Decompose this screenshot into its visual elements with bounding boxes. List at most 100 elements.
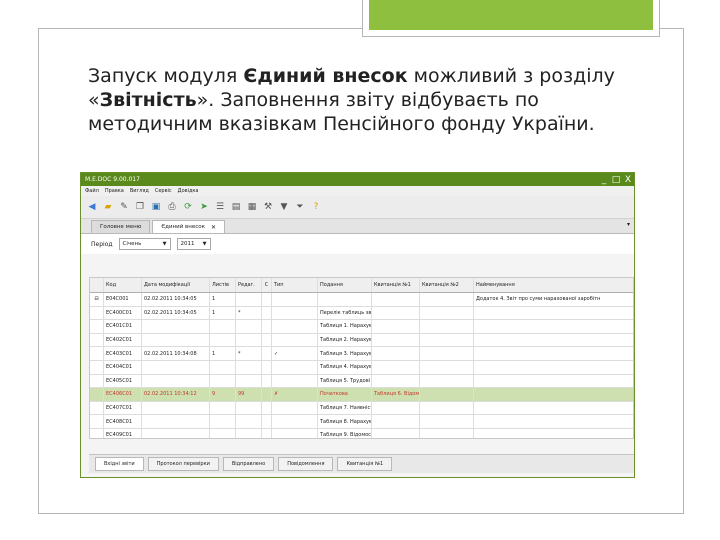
window-controls: _ □ X: [598, 174, 634, 186]
table-row[interactable]: EC403C01 02.02.2011 10:34:08 1 * ✓ Таблиця 3.…: [90, 347, 633, 361]
table-row[interactable]: ⊟ E04C001 02.02.2011 10:34:05 1 Додаток 4. З…: [90, 293, 633, 307]
back-icon[interactable]: ◀: [85, 200, 99, 214]
table-cell: *: [236, 347, 262, 360]
table-cell: EC407C01: [104, 401, 142, 415]
btab-receipt-1[interactable]: Квитанція №1: [337, 457, 393, 471]
table-cell: Таблиця 6. Відомості про нарахування зар…: [372, 388, 420, 401]
table-row[interactable]: EC406C01 02.02.2011 10:34:12 9 99 ✗ Початкова…: [90, 388, 633, 402]
list-icon[interactable]: ☰: [213, 200, 227, 214]
table-cell: [90, 401, 104, 415]
table-cell: Таблиця 7. Наявність підстав для обліку …: [318, 401, 372, 415]
table-cell: Початкова: [318, 388, 372, 401]
table-cell: [474, 361, 633, 374]
table-cell: [90, 333, 104, 347]
bottom-tabs: Вхідні звіти Протокол перевірки Відправл…: [89, 454, 634, 473]
column-header[interactable]: Тип: [272, 278, 318, 292]
table-cell: [474, 347, 633, 360]
period-label: Період: [91, 240, 113, 248]
menu-service[interactable]: Сервіс: [155, 188, 172, 194]
close-icon[interactable]: X: [622, 174, 634, 186]
slide-accent-bar: [362, 0, 660, 37]
column-header[interactable]: Код: [104, 278, 142, 292]
table-cell: [210, 401, 236, 415]
document-tabs: Головне меню Єдиний внесок ✕ ▾: [81, 219, 634, 234]
table-cell: 99: [236, 388, 262, 401]
menu-help[interactable]: Довідка: [178, 188, 199, 194]
column-header[interactable]: Редаг.: [236, 278, 262, 292]
open-folder-icon[interactable]: ▰: [101, 200, 115, 214]
menu-file[interactable]: Файл: [85, 188, 99, 194]
table-cell: [262, 374, 272, 388]
table-cell: [272, 293, 318, 306]
table-row[interactable]: EC404C01 Таблиця 4. Нарахування єдиного в…: [90, 360, 633, 375]
edit-icon[interactable]: ✎: [117, 200, 131, 214]
tab-close-icon[interactable]: ✕: [211, 224, 216, 231]
copy-icon[interactable]: ❐: [133, 200, 147, 214]
column-header[interactable]: [90, 278, 104, 292]
column-header[interactable]: Квитанція №1: [372, 278, 420, 292]
filter-bar: Період Січень ▼ 2011 ▼: [81, 234, 634, 254]
table-cell: 1: [210, 293, 236, 306]
column-header[interactable]: Найменування: [474, 278, 633, 292]
table-row[interactable]: EC400C01 02.02.2011 10:34:05 1 * Перелік таб…: [90, 306, 633, 321]
btab-sent[interactable]: Відправлено: [222, 457, 275, 471]
table-cell: [474, 415, 633, 428]
table-cell: [372, 428, 420, 438]
table-cell: [474, 402, 633, 415]
table-cell: ✓: [272, 347, 318, 360]
table-row[interactable]: EC405C01 Таблиця 5. Трудові відносини зас…: [90, 374, 633, 389]
report-icon[interactable]: ▤: [229, 200, 243, 214]
btab-check-protocol[interactable]: Протокол перевірки: [147, 457, 219, 471]
table-cell: [142, 320, 210, 333]
save-icon[interactable]: ▣: [149, 200, 163, 214]
btab-messages[interactable]: Повідомлення: [278, 457, 334, 471]
table-cell: [142, 401, 210, 415]
table-cell: Таблиця 1. Нарахування єдиного внеску на…: [318, 320, 372, 333]
print-icon[interactable]: ⎙: [165, 200, 179, 214]
table-row[interactable]: EC402C01 Таблиця 2. Нарахування єдиного в…: [90, 333, 633, 348]
table-cell: [236, 415, 262, 428]
reports-grid: Код Дата модифікації Листів Редаг. С Тип Подан…: [89, 277, 634, 439]
btab-incoming[interactable]: Вхідні звіти: [95, 457, 144, 471]
table-cell: [210, 415, 236, 428]
column-header[interactable]: Подання: [318, 278, 372, 292]
table-cell: [372, 415, 420, 428]
table-cell: Перелік таблиць звіту: [318, 306, 372, 320]
table-row[interactable]: EC401C01 Таблиця 1. Нарахування єдиного в…: [90, 320, 633, 334]
table-cell: [90, 415, 104, 428]
table-cell: *: [236, 306, 262, 320]
column-header[interactable]: Листів: [210, 278, 236, 292]
table-row[interactable]: EC409C01 Таблиця 9. Відомості про осіб, я…: [90, 428, 633, 438]
table-cell: E04C001: [104, 293, 142, 306]
menu-view[interactable]: Вигляд: [130, 188, 149, 194]
table-cell: [262, 293, 272, 306]
table-cell: EC406C01: [104, 388, 142, 401]
period-select[interactable]: Січень ▼: [118, 238, 171, 250]
help-icon[interactable]: ?: [309, 200, 323, 214]
minimize-icon[interactable]: _: [598, 174, 610, 186]
table-cell: Додаток 4. Звіт про суми нарахованої зар…: [476, 296, 601, 303]
column-header[interactable]: Дата модифікації: [142, 278, 210, 292]
menu-edit[interactable]: Правка: [105, 188, 124, 194]
table-cell: ⊟: [90, 293, 104, 306]
table-row[interactable]: EC408C01 Таблиця 8. Нарахування єдиного в…: [90, 415, 633, 429]
filter-clear-icon[interactable]: ⏷: [293, 200, 307, 214]
column-header[interactable]: Квитанція №2: [420, 278, 474, 292]
table-cell: [474, 429, 633, 438]
pin-icon[interactable]: ▾: [627, 221, 630, 228]
tab-main-menu[interactable]: Головне меню: [91, 220, 151, 233]
table-cell: [210, 360, 236, 374]
send-icon[interactable]: ➤: [197, 200, 211, 214]
filter-icon[interactable]: ▼: [277, 200, 291, 214]
column-header[interactable]: С: [262, 278, 272, 292]
table-row[interactable]: EC407C01 Таблиця 7. Наявність підстав для…: [90, 401, 633, 416]
table-cell: EC404C01: [104, 360, 142, 374]
refresh-icon[interactable]: ⟳: [181, 200, 195, 214]
year-select[interactable]: 2011 ▼: [176, 238, 211, 250]
table-cell: [474, 320, 633, 333]
table-icon[interactable]: ▦: [245, 200, 259, 214]
maximize-icon[interactable]: □: [610, 174, 622, 186]
menu-bar: Файл Правка Вигляд Сервіс Довідка: [81, 186, 634, 196]
tab-single-contribution[interactable]: Єдиний внесок ✕: [152, 220, 226, 233]
tools-icon[interactable]: ⚒: [261, 200, 275, 214]
